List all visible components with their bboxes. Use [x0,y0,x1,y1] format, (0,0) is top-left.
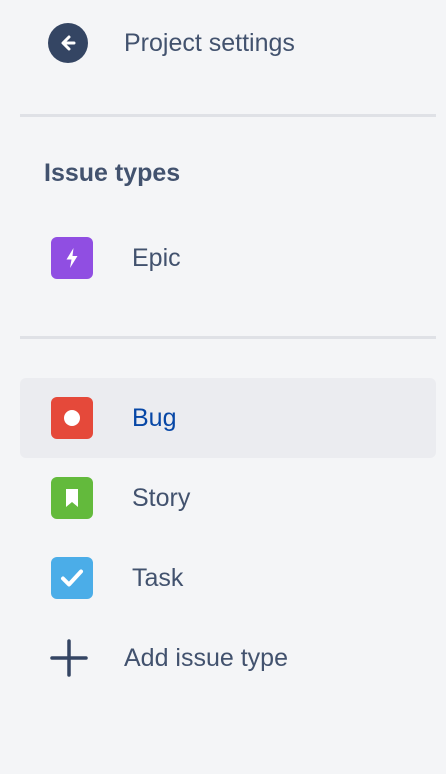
add-issue-type-label: Add issue type [124,644,288,672]
back-to-project-settings-link[interactable]: Project settings [20,0,436,86]
issue-type-label: Bug [132,404,177,432]
divider [20,114,436,117]
plus-icon [48,637,90,679]
back-link-label: Project settings [124,29,295,57]
lightning-bolt-icon [51,237,93,279]
bug-dot-icon [51,397,93,439]
bookmark-icon [51,477,93,519]
issue-type-label: Task [132,564,184,592]
arrow-left-circle-icon [48,23,88,63]
add-issue-type-button[interactable]: Add issue type [20,618,436,698]
issue-type-story[interactable]: Story [20,458,436,538]
issue-type-task[interactable]: Task [20,538,436,618]
issue-type-bug[interactable]: Bug [20,378,436,458]
section-heading-issue-types: Issue types [44,159,181,187]
issue-type-label: Story [132,484,191,512]
divider [20,336,436,339]
checkmark-icon [51,557,93,599]
issue-type-label: Epic [132,244,181,272]
issue-type-epic[interactable]: Epic [20,218,436,298]
